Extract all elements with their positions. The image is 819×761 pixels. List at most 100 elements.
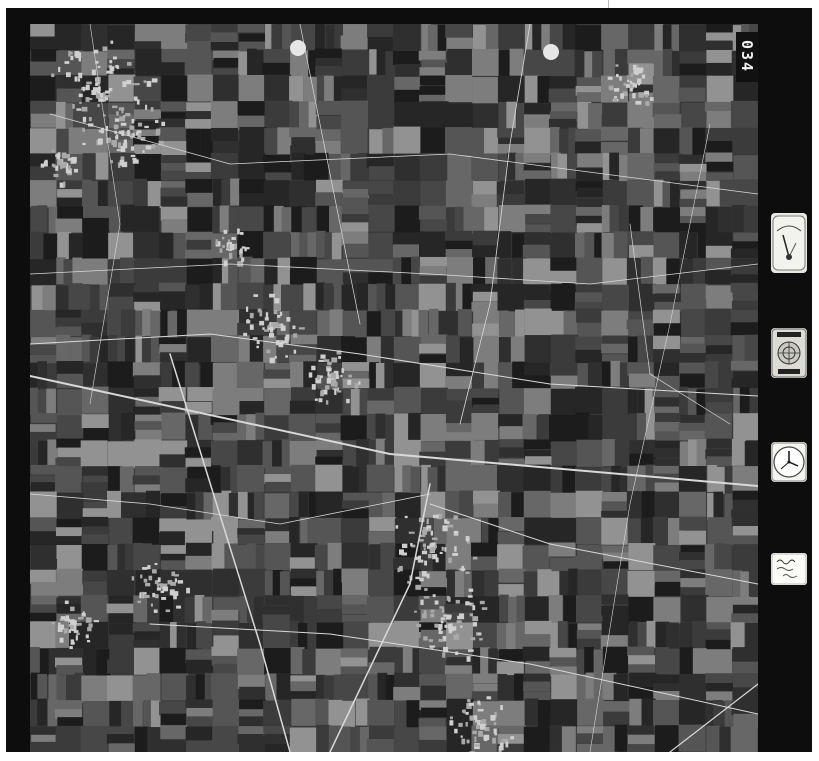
- field-parcel: [186, 707, 214, 718]
- field-parcel: [548, 595, 563, 623]
- field-parcel: [717, 206, 732, 234]
- field-parcel: [80, 726, 108, 752]
- building: [477, 700, 481, 705]
- field-parcel: [653, 232, 681, 260]
- field-parcel: [732, 687, 758, 702]
- field-parcel: [470, 440, 485, 468]
- building: [264, 317, 269, 321]
- field-parcel: [523, 726, 551, 752]
- building: [459, 568, 466, 571]
- building: [346, 398, 350, 404]
- field-parcel: [264, 128, 279, 156]
- field-parcel: [109, 296, 137, 311]
- field-parcel: [524, 596, 552, 624]
- field-parcel: [499, 517, 527, 532]
- building: [422, 543, 426, 548]
- field-parcel: [187, 623, 197, 651]
- field-parcel: [706, 629, 734, 640]
- field-parcel: [419, 86, 447, 96]
- field-parcel: [525, 456, 553, 466]
- building: [70, 55, 74, 61]
- field-parcel: [239, 179, 267, 194]
- field-parcel: [427, 24, 438, 52]
- field-parcel: [447, 48, 475, 63]
- field-parcel: [704, 544, 715, 572]
- field-parcel: [576, 168, 604, 183]
- field-parcel: [678, 353, 706, 363]
- field-parcel: [498, 700, 526, 728]
- field-parcel: [159, 291, 187, 302]
- field-parcel: [82, 153, 97, 181]
- field-parcel: [679, 430, 707, 441]
- field-parcel: [463, 206, 474, 234]
- field-parcel: [522, 646, 550, 661]
- handwritten-note-icon: [771, 553, 807, 585]
- field-parcel: [733, 179, 758, 207]
- building: [152, 592, 156, 598]
- building: [81, 106, 88, 112]
- building: [439, 551, 443, 555]
- field-parcel: [601, 232, 616, 260]
- building: [74, 51, 80, 57]
- field-parcel: [392, 257, 403, 285]
- field-parcel: [740, 571, 751, 599]
- field-parcel: [627, 646, 655, 657]
- field-parcel: [654, 397, 682, 408]
- field-parcel: [444, 62, 472, 77]
- field-parcel: [445, 400, 473, 415]
- field-parcel: [575, 206, 603, 217]
- building: [615, 73, 619, 78]
- field-parcel: [730, 360, 758, 371]
- building: [444, 624, 448, 628]
- field-parcel: [713, 491, 724, 519]
- field-parcel: [213, 597, 241, 612]
- field-parcel: [30, 166, 58, 181]
- building: [67, 158, 71, 161]
- field-parcel: [655, 171, 683, 181]
- field-parcel: [160, 506, 188, 521]
- field-parcel: [185, 458, 213, 468]
- building: [51, 621, 55, 625]
- building: [274, 298, 280, 304]
- building: [110, 40, 114, 44]
- field-parcel: [395, 64, 423, 79]
- building: [311, 384, 316, 390]
- field-parcel: [81, 675, 109, 703]
- field-parcel: [358, 152, 368, 180]
- field-parcel: [30, 545, 58, 573]
- field-parcel: [731, 300, 758, 311]
- field-parcel: [485, 24, 500, 51]
- field-parcel: [236, 388, 264, 403]
- field-parcel: [705, 152, 733, 163]
- field-parcel: [402, 465, 412, 493]
- field-parcel: [418, 718, 446, 728]
- field-parcel: [592, 51, 602, 79]
- field-parcel: [30, 180, 57, 195]
- field-parcel: [680, 569, 708, 579]
- field-parcel: [160, 101, 188, 112]
- field-parcel: [31, 413, 59, 423]
- building: [466, 739, 470, 744]
- field-parcel: [210, 152, 238, 180]
- field-parcel: [368, 204, 396, 232]
- field-parcel: [732, 525, 758, 536]
- building: [398, 549, 404, 555]
- field-parcel: [141, 336, 152, 364]
- field-parcel: [82, 231, 110, 259]
- building: [469, 715, 474, 721]
- building: [428, 639, 433, 642]
- field-parcel: [641, 491, 656, 519]
- field-parcel: [587, 362, 602, 390]
- field-parcel: [262, 154, 290, 165]
- field-parcel: [185, 555, 213, 570]
- building: [129, 125, 135, 130]
- building: [337, 390, 342, 393]
- field-parcel: [576, 308, 604, 323]
- field-parcel: [290, 595, 305, 623]
- field-parcel: [654, 491, 682, 519]
- building: [415, 584, 422, 590]
- field-parcel: [704, 413, 732, 441]
- building: [417, 559, 424, 563]
- building: [421, 571, 427, 577]
- field-parcel: [730, 310, 758, 325]
